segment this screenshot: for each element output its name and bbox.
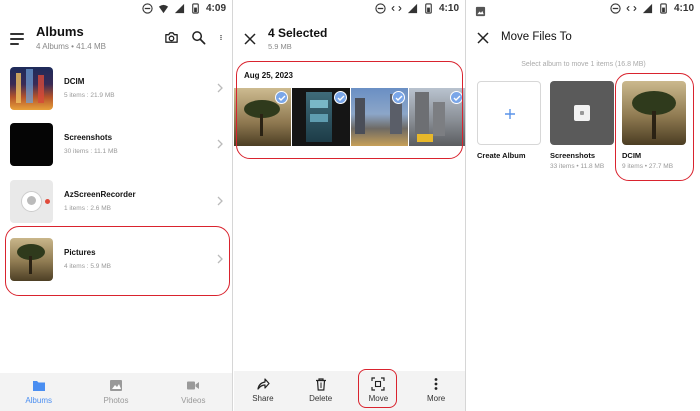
dnd-icon: [375, 3, 386, 14]
album-item-dcim[interactable]: DCIM 5 items : 21.9 MB: [6, 62, 228, 114]
action-label: Delete: [309, 394, 333, 403]
photo-grid: [234, 88, 465, 146]
image-icon: [109, 380, 122, 391]
more-vert-icon[interactable]: [218, 30, 224, 45]
nav-label: Photos: [103, 396, 129, 405]
menu-icon[interactable]: [10, 33, 24, 48]
album-name: Create Album: [477, 151, 526, 160]
nav-videos[interactable]: Videos: [155, 373, 232, 411]
close-icon[interactable]: [244, 33, 256, 45]
album-thumbnail: [10, 179, 53, 223]
album-meta: 30 items : 11.1 MB: [64, 148, 118, 155]
check-icon: [333, 91, 347, 104]
wifi-icon: [158, 4, 169, 14]
chevron-right-icon: [217, 196, 223, 206]
data-icon: [626, 5, 637, 12]
date-header: Aug 25, 2023: [244, 71, 293, 80]
action-label: Move: [368, 394, 389, 403]
action-label: Share: [252, 394, 274, 403]
album-item-screenshots[interactable]: Screenshots 30 items : 11.1 MB: [6, 118, 228, 170]
create-album-button[interactable]: Create Album: [477, 81, 543, 163]
page-title: Move Files To: [501, 31, 572, 43]
status-time: 4:10: [673, 3, 694, 14]
album-meta: 4 items : 5.9 MB: [64, 263, 111, 270]
move-info: Select album to move 1 items (16.8 MB): [521, 61, 646, 68]
album-meta: 1 items : 2.6 MB: [64, 205, 111, 212]
battery-icon: [425, 3, 432, 14]
move-button[interactable]: Move: [350, 371, 408, 411]
data-icon: [391, 5, 402, 12]
battery-icon: [660, 3, 667, 14]
dnd-icon: [142, 3, 153, 14]
albums-screen: 4:09 Albums 4 Albums • 41.4 MB DCIM 5 it…: [0, 0, 233, 411]
video-icon: [187, 381, 200, 390]
share-icon: [257, 378, 270, 390]
photo-item[interactable]: [350, 88, 408, 146]
album-item-azscreenrecorder[interactable]: AzScreenRecorder 1 items : 2.6 MB: [6, 175, 228, 227]
check-icon: [450, 91, 463, 104]
photo-item[interactable]: [408, 88, 465, 146]
more-vert-icon: [434, 378, 438, 390]
album-meta: 9 items • 27.7 MB: [622, 163, 674, 170]
folder-icon: [32, 381, 45, 391]
status-bar: 4:09: [0, 0, 232, 20]
album-meta: 5 items : 21.9 MB: [64, 92, 115, 99]
nav-albums[interactable]: Albums: [0, 373, 77, 411]
add-icon: [505, 109, 515, 119]
close-icon[interactable]: [477, 32, 489, 44]
album-meta: 33 items • 11.8 MB: [550, 163, 605, 170]
battery-icon: [192, 3, 199, 14]
page-subtitle: 4 Albums • 41.4 MB: [36, 42, 106, 51]
search-icon[interactable]: [191, 30, 206, 45]
album-name: Screenshots: [64, 133, 113, 142]
share-button[interactable]: Share: [234, 371, 292, 411]
status-time: 4:09: [205, 3, 226, 14]
status-time: 4:10: [438, 3, 459, 14]
nav-label: Albums: [25, 396, 52, 405]
album-name: DCIM: [622, 151, 642, 160]
status-bar: 4:10: [467, 0, 700, 20]
page-title: Albums: [36, 24, 84, 39]
camera-icon[interactable]: [164, 30, 179, 45]
photo-item[interactable]: [234, 88, 292, 146]
signal-icon: [642, 3, 653, 14]
nav-photos[interactable]: Photos: [77, 373, 154, 411]
selection-size: 5.9 MB: [268, 42, 292, 51]
album-name: DCIM: [64, 77, 85, 86]
delete-button[interactable]: Delete: [292, 371, 350, 411]
more-button[interactable]: More: [407, 371, 465, 411]
album-target-screenshots[interactable]: Screenshots 33 items • 11.8 MB: [550, 81, 616, 170]
status-bar: 4:10: [234, 0, 465, 20]
chevron-right-icon: [217, 83, 223, 93]
selection-screen: 4:10 4 Selected 5.9 MB Aug 25, 2023 Shar…: [234, 0, 466, 411]
selection-title: 4 Selected: [268, 26, 328, 40]
trash-icon: [315, 378, 326, 391]
check-icon: [391, 91, 405, 104]
signal-icon: [407, 3, 418, 14]
nav-label: Videos: [181, 396, 206, 405]
dnd-icon: [610, 3, 621, 14]
album-name: Screenshots: [550, 151, 596, 160]
action-bar: Share Delete Move More: [234, 371, 465, 411]
action-label: More: [427, 394, 446, 403]
album-target-dcim[interactable]: DCIM 9 items • 27.7 MB: [622, 81, 688, 170]
signal-icon: [174, 3, 185, 14]
move-icon: [371, 377, 385, 391]
check-icon: [275, 91, 289, 104]
album-name: AzScreenRecorder: [64, 190, 136, 199]
album-thumbnail: [10, 122, 53, 166]
move-files-screen: 4:10 Move Files To Select album to move …: [467, 0, 700, 411]
chevron-right-icon: [217, 139, 223, 149]
bottom-navigation: Albums Photos Videos: [0, 373, 232, 411]
photo-item[interactable]: [292, 88, 350, 146]
image-icon: [475, 6, 486, 17]
album-name: Pictures: [64, 248, 96, 257]
album-thumbnail: [10, 66, 53, 110]
chevron-right-icon: [217, 254, 223, 264]
album-item-pictures[interactable]: Pictures 4 items : 5.9 MB: [6, 233, 228, 285]
album-thumbnail: [10, 237, 53, 281]
